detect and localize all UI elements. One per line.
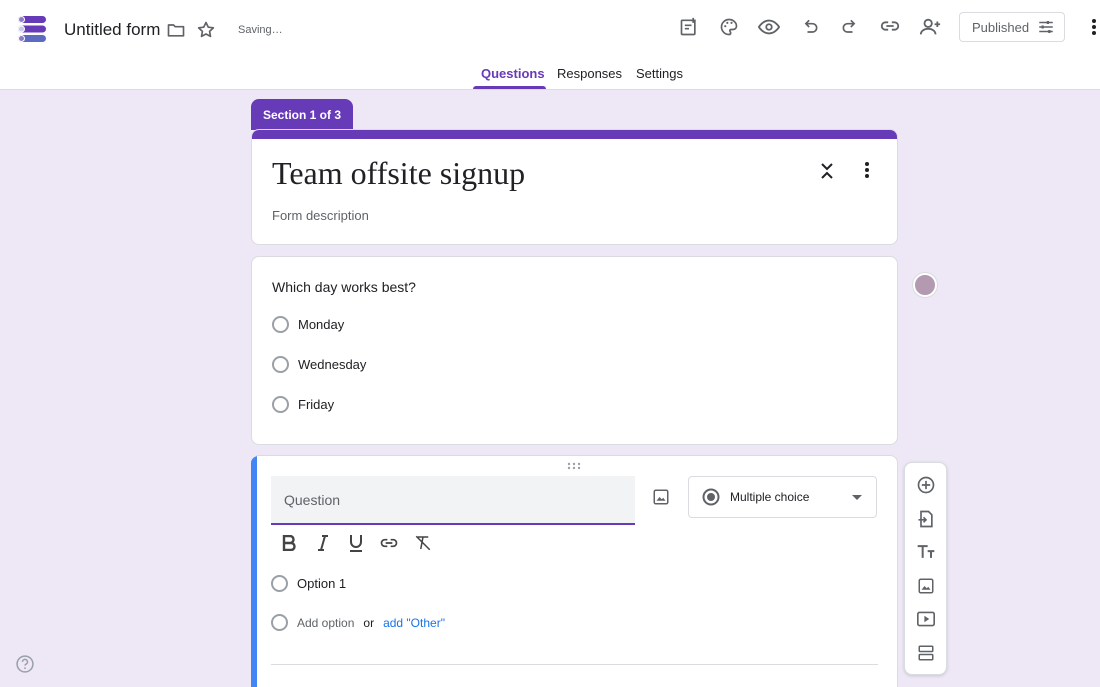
active-tab-indicator <box>473 86 546 89</box>
question-type-label: Multiple choice <box>730 490 810 504</box>
option-label: Monday <box>298 317 345 332</box>
collapse-icon[interactable] <box>815 159 839 183</box>
option-label: Wednesday <box>298 357 367 372</box>
question-type-select[interactable]: Multiple choice <box>688 476 877 518</box>
question-title: Which day works best? <box>272 279 416 295</box>
radio-checked-icon <box>702 488 720 506</box>
option-item[interactable]: Friday <box>272 396 334 413</box>
add-image-icon[interactable] <box>915 575 937 597</box>
tab-bar: Questions Responses Settings <box>0 66 1100 90</box>
active-indicator-bar <box>251 456 257 687</box>
import-questions-icon[interactable] <box>915 508 937 530</box>
bold-icon[interactable] <box>278 532 300 554</box>
or-label: or <box>363 615 375 630</box>
radio-button[interactable] <box>272 316 289 333</box>
avatar <box>913 273 937 297</box>
folder-icon[interactable] <box>164 18 188 42</box>
customize-icon[interactable] <box>677 15 701 39</box>
star-icon[interactable] <box>194 18 218 42</box>
redo-icon[interactable] <box>838 15 862 39</box>
form-title-card[interactable]: Team offsite signup Form description <box>251 129 898 245</box>
help-icon[interactable] <box>15 654 35 674</box>
drag-handle-icon[interactable] <box>567 462 581 470</box>
more-vert-icon[interactable] <box>1082 15 1100 39</box>
more-vert-icon[interactable] <box>855 158 879 182</box>
preview-eye-icon[interactable] <box>757 15 781 39</box>
clear-format-icon[interactable] <box>412 532 434 554</box>
accent-band <box>252 130 897 139</box>
radio-button[interactable] <box>271 575 288 592</box>
settings-sliders-icon <box>1037 18 1055 36</box>
active-question-card[interactable]: Question Multiple choice Option 1 Add op… <box>251 455 898 687</box>
floating-toolbar <box>904 462 947 675</box>
add-title-icon[interactable] <box>915 541 937 563</box>
radio-button[interactable] <box>272 356 289 373</box>
question-card[interactable]: Which day works best? Monday Wednesday F… <box>251 256 898 445</box>
form-title[interactable]: Team offsite signup <box>272 155 525 192</box>
add-collaborator-icon[interactable] <box>918 15 942 39</box>
link-icon[interactable] <box>378 532 400 554</box>
add-option-link[interactable]: Add option <box>297 616 354 630</box>
italic-icon[interactable] <box>312 532 334 554</box>
logo-icon[interactable] <box>16 13 48 45</box>
option-item[interactable]: Option 1 <box>271 575 346 592</box>
underline-icon[interactable] <box>345 532 367 554</box>
save-status: Saving… <box>238 24 283 36</box>
undo-icon[interactable] <box>798 15 822 39</box>
palette-icon[interactable] <box>717 15 741 39</box>
image-icon[interactable] <box>649 485 673 509</box>
published-button[interactable]: Published <box>959 12 1065 42</box>
form-description-field[interactable]: Form description <box>272 208 369 223</box>
add-section-icon[interactable] <box>915 642 937 664</box>
top-bar: Untitled form Saving… Published Question… <box>0 0 1100 90</box>
radio-button[interactable] <box>272 396 289 413</box>
add-video-icon[interactable] <box>915 608 937 630</box>
add-option-row: Add option or add "Other" <box>271 614 445 631</box>
tab-responses[interactable]: Responses <box>557 66 622 90</box>
form-name[interactable]: Untitled form <box>64 20 160 40</box>
option-item[interactable]: Wednesday <box>272 356 366 373</box>
chevron-down-icon <box>852 495 862 500</box>
option-label: Friday <box>298 397 335 412</box>
divider <box>271 664 878 665</box>
published-label: Published <box>972 19 1030 35</box>
add-other-link[interactable]: add "Other" <box>383 616 445 630</box>
link-icon[interactable] <box>878 14 902 38</box>
add-question-icon[interactable] <box>915 474 937 496</box>
question-input[interactable]: Question <box>271 476 635 525</box>
radio-button <box>271 614 288 631</box>
option-item[interactable]: Monday <box>272 316 344 333</box>
option-label[interactable]: Option 1 <box>297 576 346 591</box>
section-label: Section 1 of 3 <box>251 99 353 130</box>
tab-settings[interactable]: Settings <box>636 66 683 90</box>
